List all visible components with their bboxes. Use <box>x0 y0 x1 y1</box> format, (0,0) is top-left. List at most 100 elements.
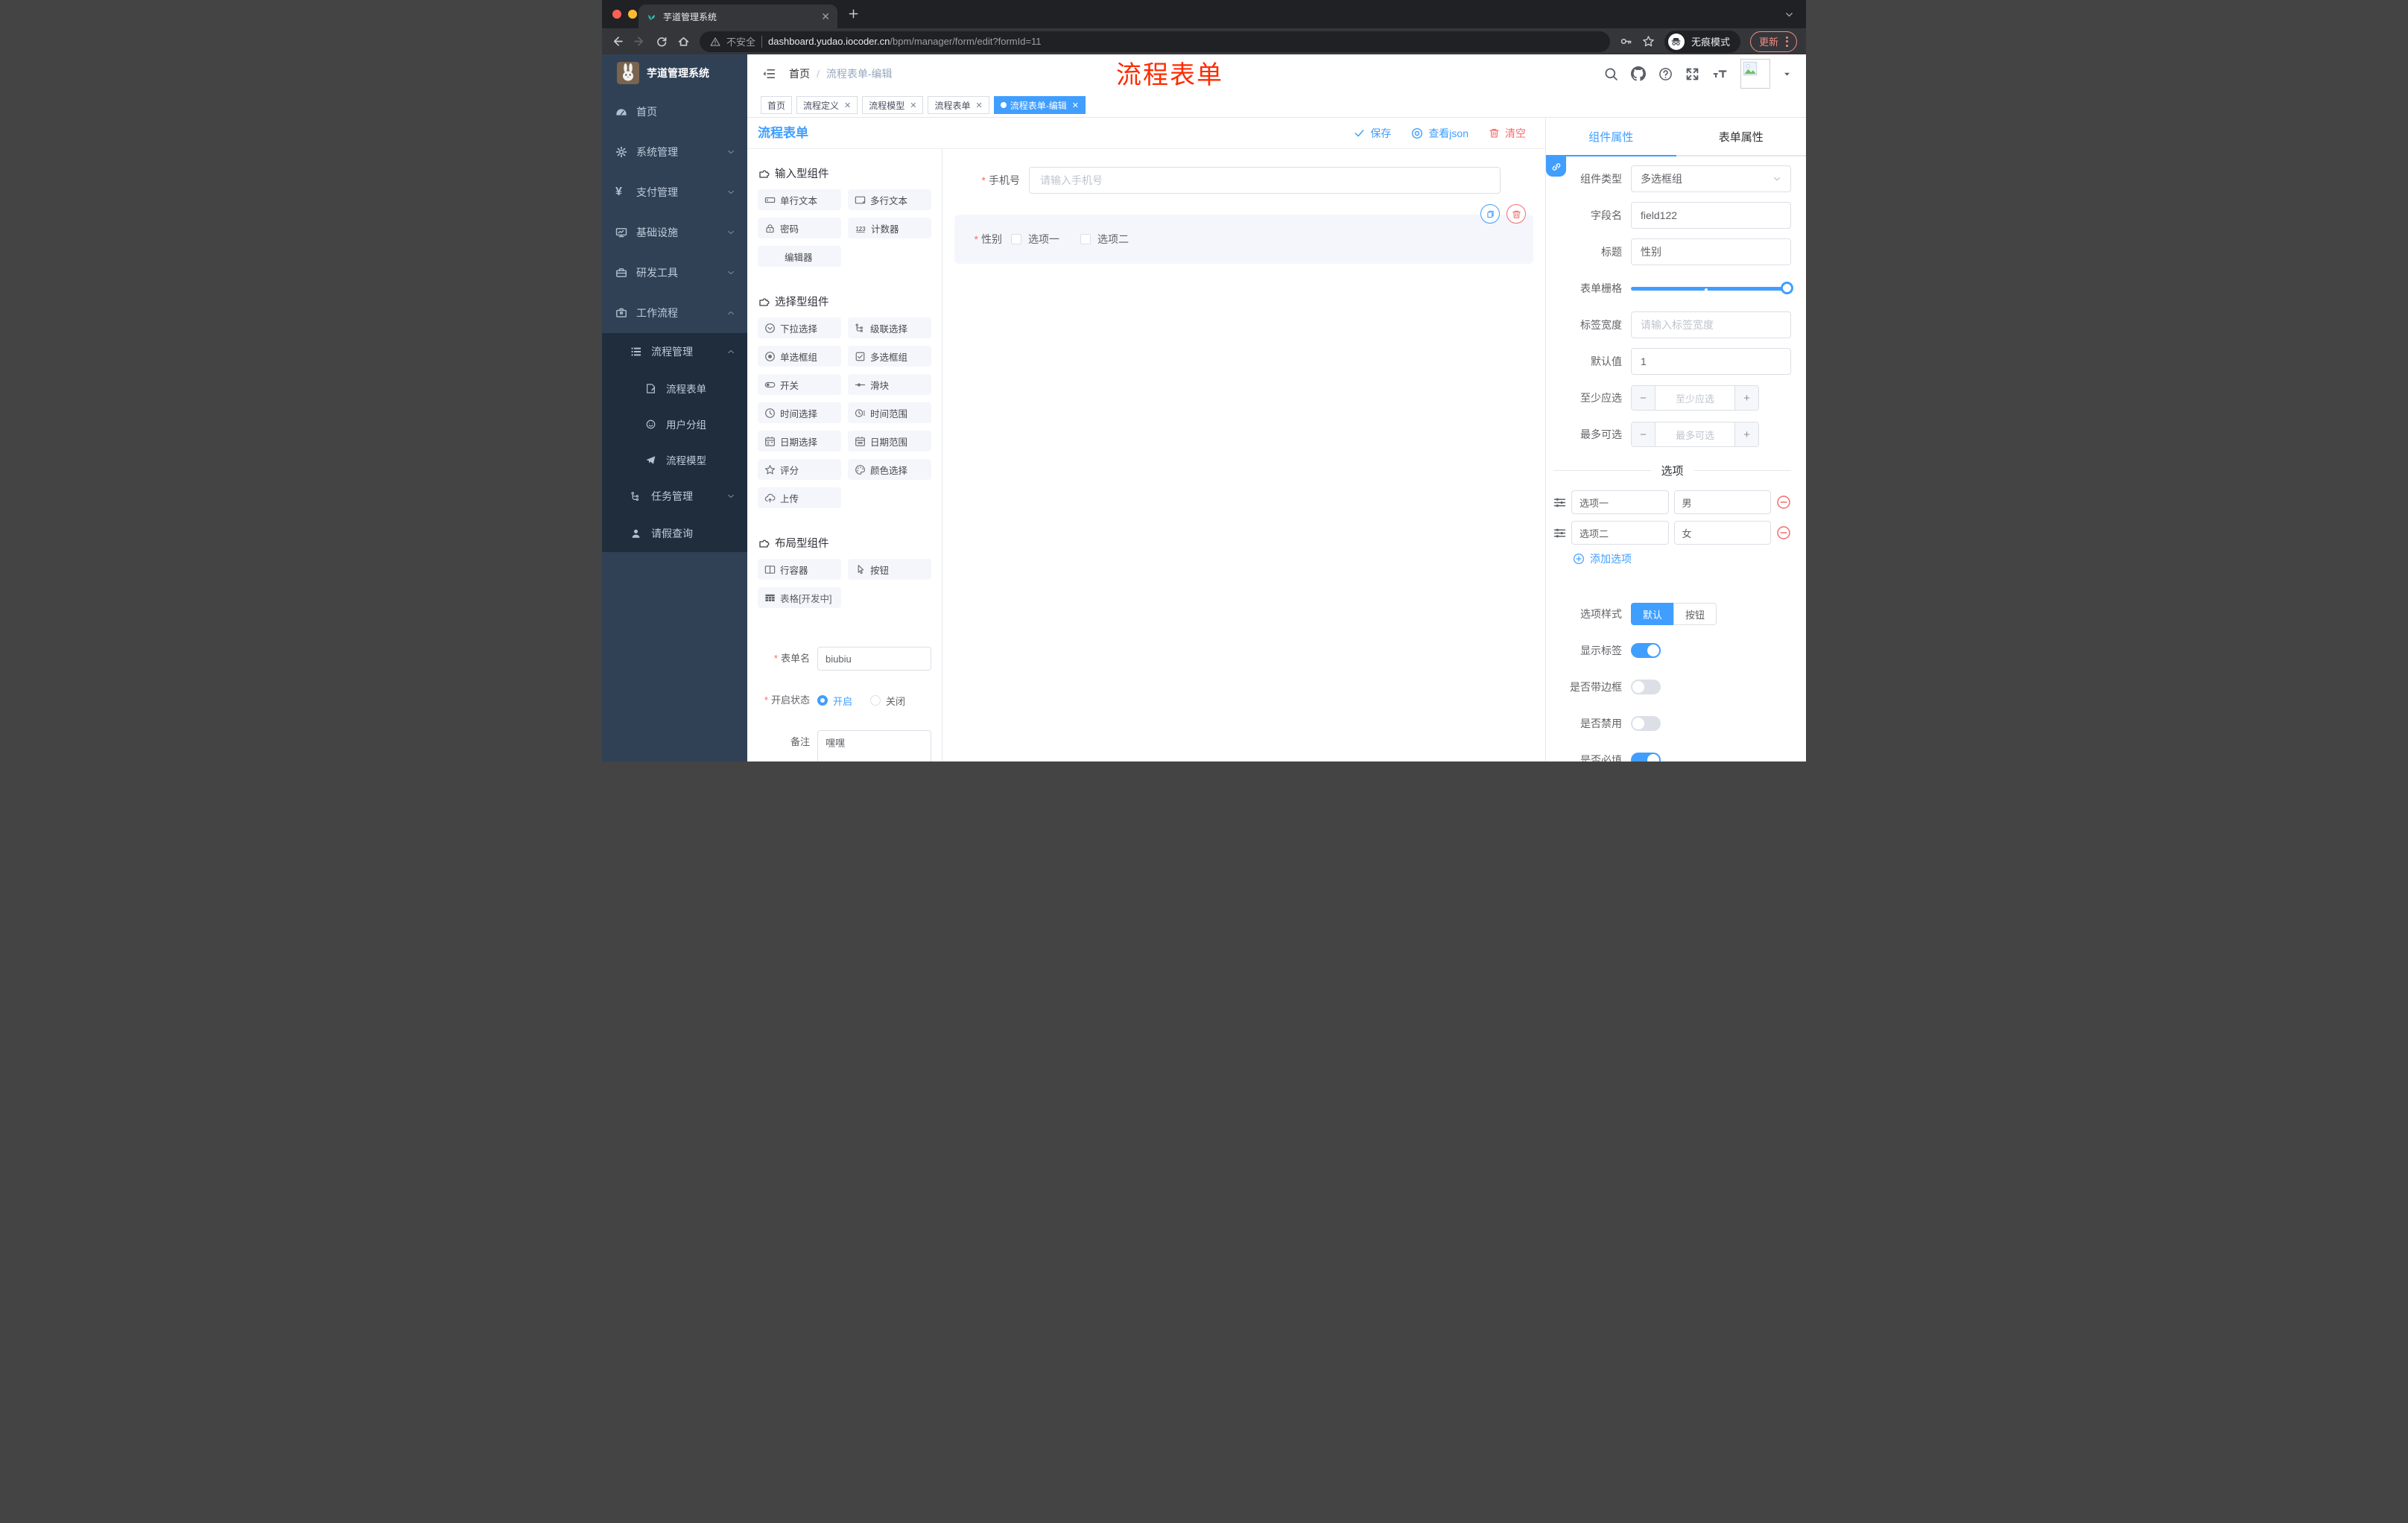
min-select-value[interactable]: 至少应选 <box>1656 386 1734 410</box>
gender-checkbox-2[interactable]: 选项二 <box>1080 232 1129 247</box>
search-icon[interactable] <box>1604 67 1618 81</box>
palette-item-time-range[interactable]: 时间范围 <box>848 402 931 423</box>
home-icon[interactable] <box>677 35 690 48</box>
palette-item-cascader[interactable]: 级联选择 <box>848 317 931 338</box>
slider-handle[interactable] <box>1781 282 1793 294</box>
field-gender-selected[interactable]: 性别 选项一 选项二 <box>954 204 1533 264</box>
close-window-button[interactable] <box>612 10 621 19</box>
tag-process-form-edit[interactable]: 流程表单-编辑 ✕ <box>993 96 1086 114</box>
with-border-toggle[interactable] <box>1631 680 1661 694</box>
forward-icon[interactable] <box>633 35 646 48</box>
tag-process-definition[interactable]: 流程定义 ✕ <box>796 96 858 114</box>
sidebar-item-infra[interactable]: 基础设施 <box>602 212 747 253</box>
disabled-toggle[interactable] <box>1631 716 1661 731</box>
tag-close-icon[interactable]: ✕ <box>844 101 851 110</box>
field-name-input[interactable] <box>1631 202 1791 229</box>
tab-form-props[interactable]: 表单属性 <box>1676 118 1807 155</box>
bookmark-star-icon[interactable] <box>1642 35 1655 48</box>
sidebar-item-devtools[interactable]: 研发工具 <box>602 253 747 293</box>
max-select-value[interactable]: 最多可选 <box>1656 422 1734 446</box>
sidebar-item-process-form[interactable]: 流程表单 <box>602 370 747 406</box>
sidebar-item-leave-query[interactable]: 请假查询 <box>602 515 747 552</box>
tag-home[interactable]: 首页 <box>761 96 793 114</box>
palette-item-radio-group[interactable]: 单选框组 <box>758 346 841 367</box>
style-button-button[interactable]: 按钮 <box>1673 603 1717 625</box>
palette-item-text-input[interactable]: 单行文本 <box>758 189 841 210</box>
drag-handle-icon[interactable] <box>1553 496 1566 509</box>
update-button[interactable]: 更新 <box>1749 31 1797 52</box>
style-default-button[interactable]: 默认 <box>1631 603 1674 625</box>
tab-close-icon[interactable]: ✕ <box>821 11 830 22</box>
minus-button[interactable]: − <box>1632 386 1656 410</box>
back-icon[interactable] <box>611 35 624 48</box>
palette-item-textarea[interactable]: 多行文本 <box>848 189 931 210</box>
palette-item-date-picker[interactable]: 日期选择 <box>758 431 841 452</box>
sidebar-item-system[interactable]: 系统管理 <box>602 132 747 172</box>
sidebar-item-process-manage[interactable]: 流程管理 <box>602 333 747 370</box>
form-remark-textarea[interactable]: 嘿嘿 <box>817 730 931 762</box>
minimize-window-button[interactable] <box>628 10 637 19</box>
palette-item-upload[interactable]: 上传 <box>758 487 841 508</box>
palette-item-rate[interactable]: 评分 <box>758 459 841 480</box>
palette-item-time-picker[interactable]: 时间选择 <box>758 402 841 423</box>
sidebar-item-payment[interactable]: ¥ 支付管理 <box>602 172 747 212</box>
palette-item-button[interactable]: 按钮 <box>848 559 931 580</box>
drag-handle-icon[interactable] <box>1553 527 1566 539</box>
tab-list-chevron-icon[interactable] <box>1784 10 1794 19</box>
palette-item-date-range[interactable]: 日期范围 <box>848 431 931 452</box>
copy-field-button[interactable] <box>1480 204 1500 224</box>
component-type-select[interactable]: 多选框组 <box>1631 165 1791 192</box>
sidebar-item-workflow[interactable]: 工作流程 <box>602 293 747 333</box>
palette-item-select[interactable]: 下拉选择 <box>758 317 841 338</box>
help-icon[interactable] <box>1658 67 1673 81</box>
breadcrumb-home[interactable]: 首页 <box>789 68 810 80</box>
delete-field-button[interactable] <box>1506 204 1526 224</box>
sidebar-collapse-icon[interactable] <box>762 67 776 80</box>
title-input[interactable] <box>1631 238 1791 265</box>
field-phone-input[interactable] <box>1029 167 1501 194</box>
default-value-input[interactable] <box>1631 348 1791 375</box>
gender-checkbox-1[interactable]: 选项一 <box>1011 232 1059 247</box>
remove-option-button[interactable] <box>1776 495 1791 510</box>
palette-item-counter[interactable]: 123 计数器 <box>848 218 931 238</box>
status-radio-on[interactable]: 开启 <box>817 694 852 708</box>
sidebar-item-process-model[interactable]: 流程模型 <box>602 442 747 478</box>
password-key-icon[interactable] <box>1620 35 1632 48</box>
show-label-toggle[interactable] <box>1631 643 1661 658</box>
sidebar-item-user-group[interactable]: 用户分组 <box>602 406 747 442</box>
sidebar-item-task-manage[interactable]: 任务管理 <box>602 478 747 515</box>
address-bar[interactable]: 不安全 dashboard.yudao.iocoder.cn/bpm/manag… <box>700 31 1610 52</box>
tag-process-model[interactable]: 流程模型 ✕ <box>862 96 924 114</box>
link-tab[interactable] <box>1546 156 1566 177</box>
font-size-icon[interactable] <box>1712 67 1728 81</box>
palette-item-table[interactable]: 表格[开发中] <box>758 587 841 608</box>
add-option-button[interactable]: 添加选项 <box>1573 551 1791 566</box>
palette-item-slider[interactable]: 滑块 <box>848 374 931 395</box>
avatar-caret-icon[interactable] <box>1783 70 1791 78</box>
plus-button[interactable]: + <box>1734 386 1758 410</box>
field-phone[interactable]: 手机号 <box>954 167 1501 194</box>
tag-close-icon[interactable]: ✕ <box>1072 101 1079 110</box>
tab-component-props[interactable]: 组件属性 <box>1546 118 1676 156</box>
minus-button[interactable]: − <box>1632 422 1656 446</box>
required-toggle[interactable] <box>1631 753 1661 762</box>
new-tab-button[interactable] <box>848 8 859 19</box>
browser-tab[interactable]: 芋道管理系统 ✕ <box>639 4 837 28</box>
label-width-input[interactable] <box>1631 311 1791 338</box>
form-name-input[interactable] <box>817 647 931 671</box>
fullscreen-icon[interactable] <box>1685 67 1699 81</box>
browser-menu-icon[interactable] <box>1786 36 1788 47</box>
option-label-input[interactable] <box>1571 521 1669 545</box>
avatar[interactable] <box>1740 59 1770 89</box>
palette-item-color-picker[interactable]: 颜色选择 <box>848 459 931 480</box>
palette-item-password[interactable]: 密码 <box>758 218 841 238</box>
tag-close-icon[interactable]: ✕ <box>910 101 916 110</box>
reload-icon[interactable] <box>656 36 668 48</box>
option-label-input[interactable] <box>1571 490 1669 514</box>
palette-item-checkbox-group[interactable]: 多选框组 <box>848 346 931 367</box>
plus-button[interactable]: + <box>1734 422 1758 446</box>
sidebar-item-home[interactable]: 首页 <box>602 92 747 132</box>
palette-item-switch[interactable]: 开关 <box>758 374 841 395</box>
view-json-button[interactable]: 查看json <box>1411 126 1468 141</box>
palette-item-row-container[interactable]: 行容器 <box>758 559 841 580</box>
